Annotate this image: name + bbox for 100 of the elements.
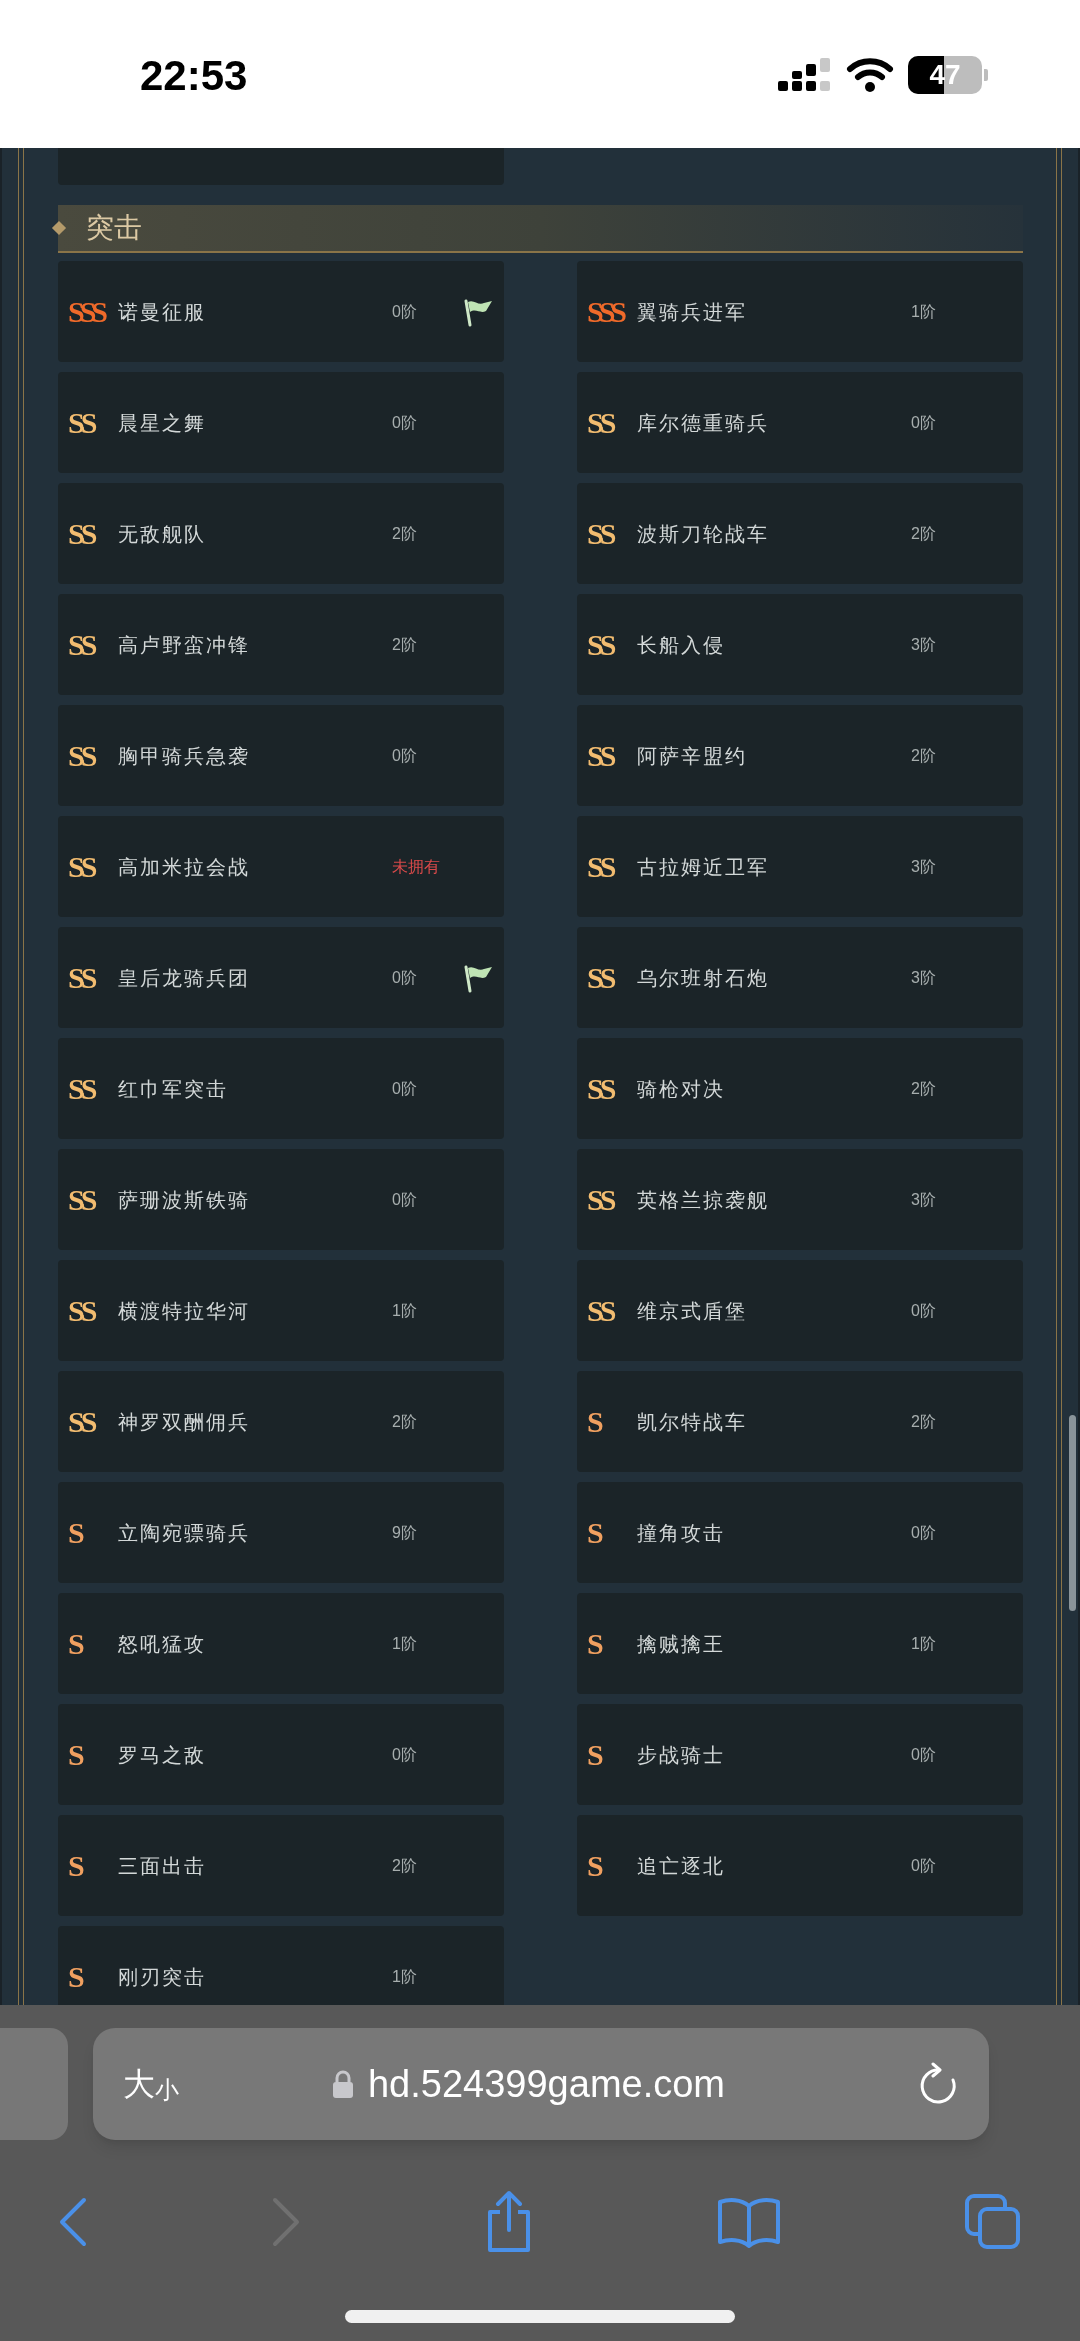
skill-name: 库尔德重骑兵 <box>637 410 770 436</box>
skill-card[interactable]: SS 胸甲骑兵急袭 0阶 <box>58 705 504 806</box>
skill-card[interactable]: SS 古拉姆近卫军 3阶 <box>577 816 1023 917</box>
skill-card[interactable]: SSS 翼骑兵进军 1阶 <box>577 261 1023 362</box>
tier-label: SS <box>68 1406 95 1437</box>
level-label: 2阶 <box>911 1078 937 1099</box>
level-label: 1阶 <box>911 301 937 322</box>
book-icon[interactable] <box>717 2196 781 2248</box>
skill-card[interactable]: SS 无敌舰队 2阶 <box>58 483 504 584</box>
tabs-icon[interactable] <box>964 2193 1022 2251</box>
skill-card[interactable]: SS 英格兰掠袭舰 3阶 <box>577 1149 1023 1250</box>
skill-card[interactable]: SS 长船入侵 3阶 <box>577 594 1023 695</box>
skill-card[interactable]: SSS 诺曼征服 0阶 <box>58 261 504 362</box>
skill-card[interactable]: SS 高加米拉会战 未拥有 <box>58 816 504 917</box>
skill-name: 翼骑兵进军 <box>637 299 748 325</box>
skill-name: 神罗双酬佣兵 <box>118 1409 251 1435</box>
skill-name: 波斯刀轮战车 <box>637 521 770 547</box>
tier-label: S <box>68 1739 86 1770</box>
skill-name: 维京式盾堡 <box>637 1298 748 1324</box>
skill-card[interactable]: SS 库尔德重骑兵 0阶 <box>577 372 1023 473</box>
tier-label: S <box>68 1517 86 1548</box>
tier-label: SS <box>587 407 614 438</box>
skill-card[interactable]: S 撞角攻击 0阶 <box>577 1482 1023 1583</box>
skill-card[interactable]: S 追亡逐北 0阶 <box>577 1815 1023 1916</box>
tier-label: SS <box>68 851 95 882</box>
level-label: 0阶 <box>911 412 937 433</box>
level-label: 0阶 <box>911 1300 937 1321</box>
reload-icon[interactable] <box>918 2062 959 2106</box>
skill-name: 皇后龙骑兵团 <box>118 965 251 991</box>
skill-name: 高加米拉会战 <box>118 854 251 880</box>
skill-name: 立陶宛骠骑兵 <box>118 1520 251 1546</box>
skill-name: 乌尔班射石炮 <box>637 965 770 991</box>
level-label: 2阶 <box>911 523 937 544</box>
tier-label: S <box>68 1628 86 1659</box>
skill-card[interactable]: SS 萨珊波斯铁骑 0阶 <box>58 1149 504 1250</box>
skill-card[interactable]: SS 阿萨辛盟约 2阶 <box>577 705 1023 806</box>
skill-card[interactable]: S 怒吼猛攻 1阶 <box>58 1593 504 1694</box>
skill-name: 横渡特拉华河 <box>118 1298 251 1324</box>
skill-name: 晨星之舞 <box>118 410 207 436</box>
tier-label: SS <box>68 1073 95 1104</box>
back-icon[interactable] <box>58 2197 88 2247</box>
skill-name: 追亡逐北 <box>637 1853 726 1879</box>
skill-name: 英格兰掠袭舰 <box>637 1187 770 1213</box>
level-label: 2阶 <box>911 1411 937 1432</box>
tier-label: SS <box>68 518 95 549</box>
skill-card[interactable]: S 步战骑士 0阶 <box>577 1704 1023 1805</box>
level-label: 0阶 <box>392 1189 418 1210</box>
status-time: 22:53 <box>140 50 248 101</box>
text-size-button[interactable]: 大小 <box>122 2060 179 2108</box>
skill-card[interactable]: S 擒贼擒王 1阶 <box>577 1593 1023 1694</box>
tier-label: SS <box>587 1184 614 1215</box>
skill-card[interactable]: SS 晨星之舞 0阶 <box>58 372 504 473</box>
skill-card[interactable]: SS 乌尔班射石炮 3阶 <box>577 927 1023 1028</box>
tier-label: SS <box>68 962 95 993</box>
level-label: 3阶 <box>911 1189 937 1210</box>
skill-card[interactable]: SS 维京式盾堡 0阶 <box>577 1260 1023 1361</box>
level-label: 2阶 <box>911 745 937 766</box>
tier-label: S <box>587 1850 605 1881</box>
tier-label: SS <box>68 629 95 660</box>
tier-label: SSS <box>68 296 105 327</box>
skill-name: 骑枪对决 <box>637 1076 726 1102</box>
level-label: 1阶 <box>392 1966 418 1987</box>
skill-name: 阿萨辛盟约 <box>637 743 748 769</box>
skill-card[interactable]: SS 红巾军突击 0阶 <box>58 1038 504 1139</box>
tier-label: S <box>587 1628 605 1659</box>
skill-card[interactable]: SS 高卢野蛮冲锋 2阶 <box>58 594 504 695</box>
tier-label: SS <box>587 1073 614 1104</box>
level-label: 2阶 <box>392 1855 418 1876</box>
skill-card[interactable]: SS 皇后龙骑兵团 0阶 <box>58 927 504 1028</box>
skill-card[interactable]: SS 波斯刀轮战车 2阶 <box>577 483 1023 584</box>
skill-card[interactable]: S 罗马之敌 0阶 <box>58 1704 504 1805</box>
tier-label: SS <box>587 740 614 771</box>
skill-name: 擒贼擒王 <box>637 1631 726 1657</box>
skill-card[interactable]: S 立陶宛骠骑兵 9阶 <box>58 1482 504 1583</box>
skill-card[interactable]: SS 横渡特拉华河 1阶 <box>58 1260 504 1361</box>
level-label: 未拥有 <box>392 856 441 877</box>
level-label: 2阶 <box>392 1411 418 1432</box>
forward-icon[interactable] <box>271 2197 301 2247</box>
tier-label: SSS <box>587 296 624 327</box>
skill-card[interactable]: S 三面出击 2阶 <box>58 1815 504 1916</box>
skill-card[interactable]: SS 骑枪对决 2阶 <box>577 1038 1023 1139</box>
skill-card[interactable]: S 凯尔特战车 2阶 <box>577 1371 1023 1472</box>
skill-name: 无敌舰队 <box>118 521 207 547</box>
skill-name: 步战骑士 <box>637 1742 726 1768</box>
scrollbar[interactable] <box>1069 1415 1076 1611</box>
level-label: 0阶 <box>392 967 418 988</box>
address-bar[interactable]: 大小 hd.524399game.com <box>92 2028 989 2140</box>
skill-card[interactable]: SS 神罗双酬佣兵 2阶 <box>58 1371 504 1472</box>
skill-name: 萨珊波斯铁骑 <box>118 1187 251 1213</box>
level-label: 3阶 <box>911 856 937 877</box>
skill-name: 高卢野蛮冲锋 <box>118 632 251 658</box>
signal-icon <box>778 56 832 94</box>
skill-card[interactable]: S 刚刃突击 1阶 <box>58 1926 504 2005</box>
tier-label: S <box>68 1961 86 1992</box>
skill-name: 古拉姆近卫军 <box>637 854 770 880</box>
skill-name: 红巾军突击 <box>118 1076 229 1102</box>
skill-name: 刚刃突击 <box>118 1964 207 1990</box>
level-label: 9阶 <box>392 1522 418 1543</box>
url-text: hd.524399game.com <box>368 2061 725 2107</box>
level-label: 0阶 <box>392 1078 418 1099</box>
